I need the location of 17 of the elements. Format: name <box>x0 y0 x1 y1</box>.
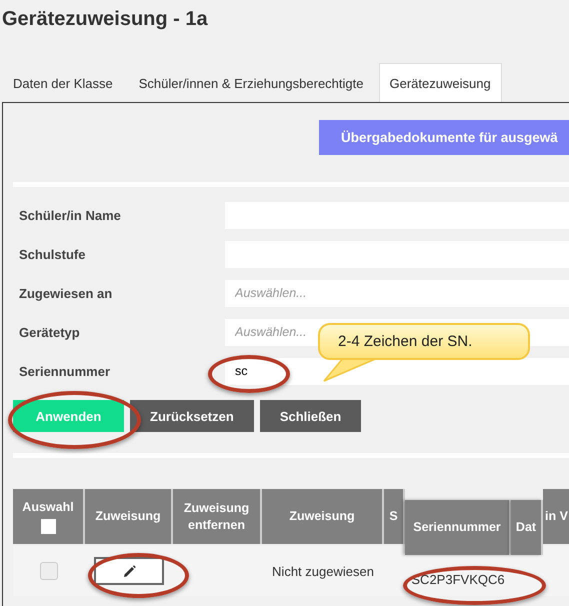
table-cell: SC2P3FVKQC6 <box>411 572 505 587</box>
field-label: Schüler/in Name <box>18 208 122 223</box>
column-header: Dat <box>511 500 543 555</box>
column-header: in V <box>543 489 569 544</box>
column-header: Zuweisung <box>85 489 173 544</box>
column-header: Zuweisung <box>262 489 384 544</box>
column-header: Seriennummer <box>405 500 511 555</box>
column-header: S <box>384 489 405 544</box>
page-title: Gerätezuweisung - 1a <box>1 7 209 32</box>
table-cell: Nicht zugewiesen <box>272 564 374 578</box>
field-label: Gerätetyp <box>18 325 81 340</box>
field-label: Seriennummer <box>18 364 112 379</box>
column-header: Auswahl <box>13 489 85 544</box>
field-label: Zugewiesen an <box>18 286 114 301</box>
column-header: Zuweisung entfernen <box>173 489 262 544</box>
hint-tooltip: 2-4 Zeichen der SN. <box>318 323 530 360</box>
field-label: Schulstufe <box>18 247 86 262</box>
